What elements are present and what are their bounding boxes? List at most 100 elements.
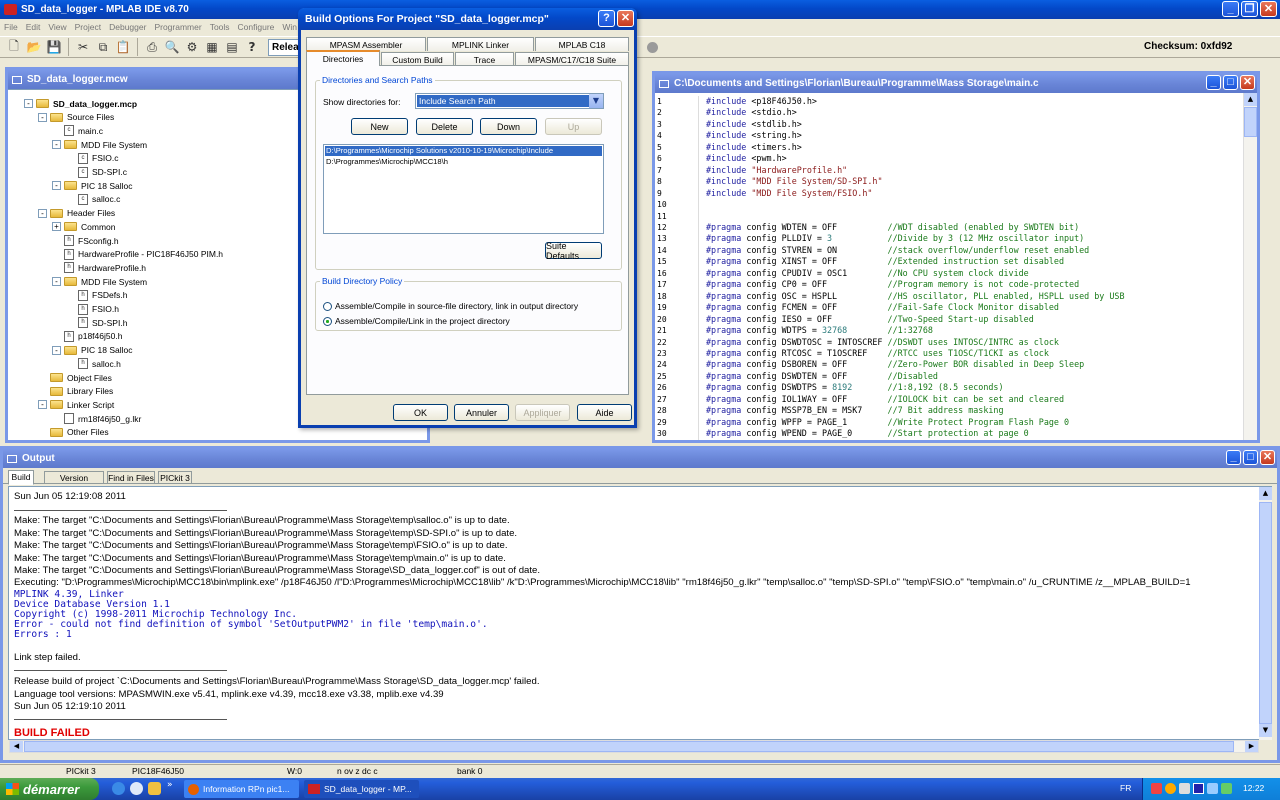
scroll-thumb[interactable] [1244, 107, 1257, 137]
directory-list-item[interactable]: D:\Programmes\Microchip Solutions v2010-… [325, 146, 602, 156]
tray-network-icon[interactable] [1151, 783, 1162, 794]
tab-pickit3[interactable]: PICkit 3 [158, 471, 192, 484]
collapse-icon[interactable]: - [38, 112, 47, 122]
tree-file-item[interactable]: h SD-SPI.h [66, 316, 127, 329]
menu-tools[interactable]: Tools [210, 22, 230, 32]
tree-file-item[interactable]: c FSIO.c [66, 152, 118, 165]
help-button[interactable]: Aide [577, 404, 632, 421]
menu-edit[interactable]: Edit [26, 22, 41, 32]
editor-vertical-scrollbar[interactable]: ▲ [1243, 93, 1257, 440]
output-title-bar[interactable]: Output _ □ ✕ [3, 449, 1277, 468]
scroll-up-icon[interactable]: ▲ [1259, 487, 1272, 500]
tree-folder-item[interactable]: - Source Files [38, 111, 114, 124]
code-line[interactable]: #pragma config STVREN = ON //stack overf… [706, 245, 1236, 256]
suite-defaults-button[interactable]: Suite Defaults [545, 241, 602, 261]
code-line[interactable]: #pragma config WPFP = PAGE_1 //Write Pro… [706, 417, 1236, 428]
code-line[interactable]: #pragma config WPEND = PAGE_0 //Start pr… [706, 428, 1236, 439]
minimize-icon[interactable]: _ [1222, 1, 1239, 17]
tree-file-item[interactable]: c salloc.c [66, 193, 120, 206]
code-line[interactable]: #include <stdlib.h> [706, 119, 1236, 130]
tree-folder-item[interactable]: Object Files [38, 371, 112, 384]
tree-folder-item[interactable]: - MDD File System [52, 275, 147, 288]
output-text-area[interactable]: Sun Jun 05 12:19:08 2011 Make: The target… [8, 486, 1272, 740]
code-line[interactable]: #include "MDD File System/FSIO.h" [706, 188, 1236, 199]
quicklaunch-app-icon[interactable] [148, 782, 161, 795]
tree-folder-item[interactable]: - PIC 18 Salloc [52, 179, 133, 192]
code-line[interactable]: #include <pwm.h> [706, 153, 1236, 164]
code-line[interactable]: #include "MDD File System/SD-SPI.h" [706, 176, 1236, 187]
code-line[interactable]: #pragma config MSSP7B_EN = MSK7 //7 Bit … [706, 405, 1236, 416]
tree-folder-item[interactable]: Other Files [38, 426, 109, 439]
collapse-icon[interactable]: - [52, 277, 61, 287]
build-icon[interactable]: ⚙ [184, 39, 200, 55]
tab-custom-build[interactable]: Custom Build [381, 52, 454, 66]
tab-trace[interactable]: Trace [455, 52, 514, 66]
tree-folder-item[interactable]: Library Files [38, 385, 113, 398]
show-directories-select[interactable]: Include Search Path ▼ [415, 93, 604, 109]
code-line[interactable]: #pragma config XINST = OFF //Extended in… [706, 256, 1236, 267]
restore-icon[interactable]: ❐ [1241, 1, 1258, 17]
rebuild-icon[interactable]: ▤ [224, 39, 240, 55]
minimize-icon[interactable]: _ [1226, 450, 1241, 465]
code-line[interactable]: #pragma config RTCOSC = T1OSCREF //RTCC … [706, 348, 1236, 359]
print-icon[interactable]: ⎙ [144, 39, 160, 55]
tree-folder-item[interactable]: - MDD File System [52, 138, 147, 151]
tree-folder-item[interactable]: + Common [52, 220, 115, 233]
up-button[interactable]: Up [545, 118, 602, 135]
quicklaunch-ie-icon[interactable] [112, 782, 125, 795]
tree-folder-item[interactable]: - Linker Script [38, 398, 114, 411]
tray-battery-icon[interactable] [1221, 783, 1232, 794]
output-vertical-scrollbar[interactable]: ▲ ▼ [1259, 487, 1272, 740]
help-icon[interactable]: ? [598, 10, 615, 27]
tab-mpasm-assembler[interactable]: MPASM Assembler [306, 37, 426, 51]
code-line[interactable]: #pragma config CP0 = OFF //Program memor… [706, 279, 1236, 290]
tree-file-item[interactable]: h FSconfig.h [52, 234, 119, 247]
paste-icon[interactable]: 📋 [115, 39, 131, 55]
code-line[interactable]: #pragma config CPUDIV = OSC1 //No CPU sy… [706, 268, 1236, 279]
maximize-icon[interactable]: □ [1243, 450, 1258, 465]
code-line[interactable]: #pragma config DSWDTPS = 8192 //1:8,192 … [706, 382, 1236, 393]
code-line[interactable] [706, 211, 1236, 222]
tab-directories[interactable]: Directories [306, 50, 380, 66]
find-icon[interactable]: 🔍 [164, 39, 180, 55]
cancel-button[interactable]: Annuler [454, 404, 509, 421]
code-line[interactable]: #pragma config IESO = OFF //Two-Speed St… [706, 314, 1236, 325]
code-line[interactable]: #include <string.h> [706, 130, 1236, 141]
new-file-icon[interactable]: 🗋 [6, 39, 22, 55]
scroll-down-icon[interactable]: ▼ [1259, 724, 1272, 737]
radio-button-icon[interactable] [323, 301, 332, 311]
code-line[interactable]: #pragma config WDTPS = 32768 //1:32768 [706, 325, 1236, 336]
code-line[interactable]: #pragma config IOL1WAY = OFF //IOLOCK bi… [706, 394, 1236, 405]
close-icon[interactable]: ✕ [1260, 1, 1277, 17]
menu-view[interactable]: View [48, 22, 66, 32]
open-folder-icon[interactable]: 📂 [26, 39, 42, 55]
taskbar-item-mplab[interactable]: SD_data_logger - MP... [304, 780, 419, 798]
menu-configure[interactable]: Configure [238, 22, 275, 32]
quicklaunch-media-icon[interactable] [130, 782, 143, 795]
dialog-title-bar[interactable]: Build Options For Project "SD_data_logge… [298, 8, 637, 30]
collapse-icon[interactable]: - [24, 99, 33, 108]
tray-usb-icon[interactable] [1179, 783, 1190, 794]
code-line[interactable]: #pragma config DSBOREN = OFF //Zero-Powe… [706, 359, 1236, 370]
code-line[interactable]: #include "HardwareProfile.h" [706, 165, 1236, 176]
delete-button[interactable]: Delete [416, 118, 473, 135]
scroll-left-icon[interactable]: ◀ [10, 741, 23, 752]
ok-button[interactable]: OK [393, 404, 448, 421]
tab-find-in-files[interactable]: Find in Files [107, 471, 155, 484]
tree-folder-item[interactable]: - PIC 18 Salloc [52, 344, 133, 357]
menu-window[interactable]: Win [282, 22, 297, 32]
tray-volume-icon[interactable] [1207, 783, 1218, 794]
directory-list-item[interactable]: D:\Programmes\Microchip\MCC18\h [325, 157, 602, 167]
scroll-thumb[interactable] [24, 741, 1234, 752]
code-line[interactable]: #pragma config PLLDIV = 3 //Divide by 3 … [706, 233, 1236, 244]
apply-button[interactable]: Appliquer [515, 404, 570, 421]
radio-source-dir[interactable]: Assemble/Compile in source-file director… [323, 301, 578, 311]
close-icon[interactable]: ✕ [1260, 450, 1275, 465]
down-button[interactable]: Down [480, 118, 537, 135]
tree-file-item[interactable]: h FSIO.h [66, 303, 119, 316]
tree-file-item[interactable]: rm18f46j50_g.lkr [52, 412, 141, 425]
editor-title-bar[interactable]: C:\Documents and Settings\Florian\Bureau… [655, 74, 1257, 93]
collapse-icon[interactable]: - [52, 181, 61, 191]
menu-debugger[interactable]: Debugger [109, 22, 146, 32]
code-line[interactable]: #pragma config DSWDTOSC = INTOSCREF //DS… [706, 337, 1236, 348]
